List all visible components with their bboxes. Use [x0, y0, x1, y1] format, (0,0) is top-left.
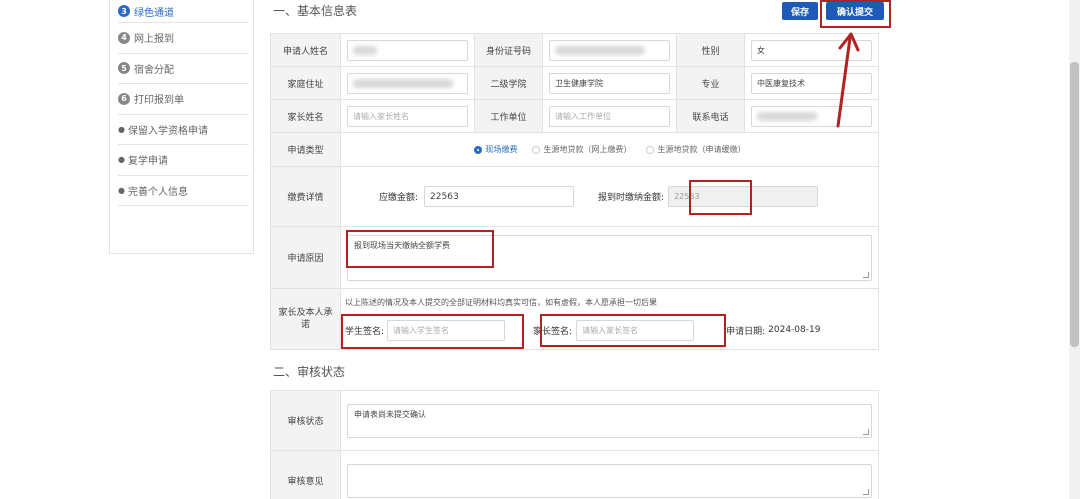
reason-label: 申请原因: [270, 226, 341, 289]
audit-opinion-label: 审核意见: [270, 450, 341, 499]
basic-info-table: 申请人姓名 身份证号码 性别 女 家庭住址 二级学院 卫生健康学院 专业 中医康…: [270, 33, 879, 350]
radio-onsite-payment[interactable]: 现场缴费: [473, 144, 518, 155]
work-unit-label: 工作单位: [474, 99, 543, 133]
radio-loan-online[interactable]: 生源地贷款（网上缴费）: [531, 144, 632, 155]
radio-unchecked-icon: [645, 145, 654, 154]
bullet-icon: ●: [118, 124, 125, 134]
audit-table: 审核状态 申请表尚未提交确认 审核意见: [270, 390, 879, 499]
applicant-name-input[interactable]: [347, 39, 468, 61]
annotation-box-reason: [346, 230, 494, 268]
address-label: 家庭住址: [270, 66, 341, 100]
applicant-name-label: 申请人姓名: [270, 33, 341, 67]
step-5-icon: 5: [118, 62, 130, 75]
sidebar-item-resume-study[interactable]: ● 复学申请: [118, 145, 249, 176]
sidebar-item-dorm[interactable]: 5 宿舍分配: [118, 54, 249, 84]
parent-name-input[interactable]: 请输入家长姓名: [347, 105, 468, 127]
sidebar-item-label: 宿舍分配: [134, 64, 174, 76]
work-unit-input[interactable]: 请输入工作单位: [549, 105, 670, 127]
radio-loan-defer[interactable]: 生源地贷款（申请缓缴）: [645, 144, 746, 155]
sidebar-item-profile[interactable]: ● 完善个人信息: [118, 176, 249, 206]
bullet-icon: ●: [118, 185, 125, 195]
bullet-icon: ●: [118, 155, 125, 165]
sidebar-item-retain-admission[interactable]: ● 保留入学资格申请: [118, 115, 249, 145]
payment-detail-label: 缴费详情: [270, 166, 341, 227]
annotation-box-student-sign: [341, 314, 524, 349]
audit-status-label: 审核状态: [270, 390, 341, 451]
phone-label: 联系电话: [676, 99, 745, 133]
college-input[interactable]: 卫生健康学院: [549, 72, 670, 94]
radio-checked-icon: [473, 145, 482, 154]
due-amount-input[interactable]: 22563: [424, 186, 575, 207]
step-3-icon: 3: [118, 5, 130, 17]
sidebar-item-green-channel[interactable]: 3 绿色通道: [118, 0, 249, 23]
apply-type-label: 申请类型: [270, 132, 341, 167]
id-number-label: 身份证号码: [474, 33, 543, 67]
pledge-text: 以上陈述的情况及本人提交的全部证明材料均真实可信，如有虚假，本人愿承担一切后果: [345, 298, 657, 307]
sidebar-item-online-report[interactable]: 4 网上报到: [118, 23, 249, 54]
apply-type-radio-group: 现场缴费 生源地贷款（网上缴费） 生源地贷款（申请缓缴）: [347, 144, 872, 155]
annotation-box-submit: [820, 0, 891, 28]
section-basic-info-title: 一、基本信息表: [273, 4, 358, 18]
audit-status-textarea: 申请表尚未提交确认: [347, 403, 872, 438]
apply-date-value: 2024-08-19: [768, 325, 821, 335]
radio-label: 生源地贷款（申请缓缴）: [657, 145, 746, 154]
apply-date-label: 申请日期:: [726, 326, 766, 337]
parent-name-label: 家长姓名: [270, 99, 341, 133]
address-input[interactable]: [347, 72, 468, 94]
scrollbar-thumb[interactable]: [1070, 62, 1079, 347]
save-button[interactable]: 保存: [782, 2, 818, 20]
radio-label: 现场缴费: [485, 145, 518, 154]
audit-opinion-textarea: [347, 463, 872, 498]
sidebar-item-label: 打印报到单: [134, 95, 184, 107]
annotation-arrow-icon: [836, 32, 860, 128]
sidebar-item-print[interactable]: 6 打印报到单: [118, 84, 249, 115]
page-scrollbar[interactable]: [1069, 0, 1080, 499]
major-label: 专业: [676, 66, 745, 100]
pay-on-report-label: 报到时缴纳金额:: [598, 193, 665, 203]
page-root: 3 绿色通道 4 网上报到 5 宿舍分配 6 打印报到单 ● 保留入学资格申请 …: [0, 0, 1080, 499]
section-audit-title: 二、审核状态: [273, 365, 346, 379]
radio-label: 生源地贷款（网上缴费）: [543, 145, 632, 154]
sidebar-item-label: 完善个人信息: [127, 186, 188, 198]
step-4-icon: 4: [118, 31, 130, 44]
radio-unchecked-icon: [531, 145, 540, 154]
annotation-box-parent-sign: [540, 314, 726, 347]
sidebar: 3 绿色通道 4 网上报到 5 宿舍分配 6 打印报到单 ● 保留入学资格申请 …: [109, 0, 254, 254]
id-number-input[interactable]: [549, 39, 670, 61]
sidebar-item-label: 绿色通道: [134, 7, 174, 19]
pledge-label: 家长及本人承诺: [270, 288, 341, 350]
gender-label: 性别: [676, 33, 745, 67]
sidebar-item-label: 网上报到: [134, 34, 174, 46]
college-label: 二级学院: [474, 66, 543, 100]
due-amount-label: 应缴金额:: [379, 193, 419, 203]
sidebar-item-label: 复学申请: [127, 156, 168, 168]
annotation-box-pay-amount: [689, 180, 752, 215]
sidebar-item-label: 保留入学资格申请: [127, 125, 208, 137]
step-6-icon: 6: [118, 92, 130, 105]
